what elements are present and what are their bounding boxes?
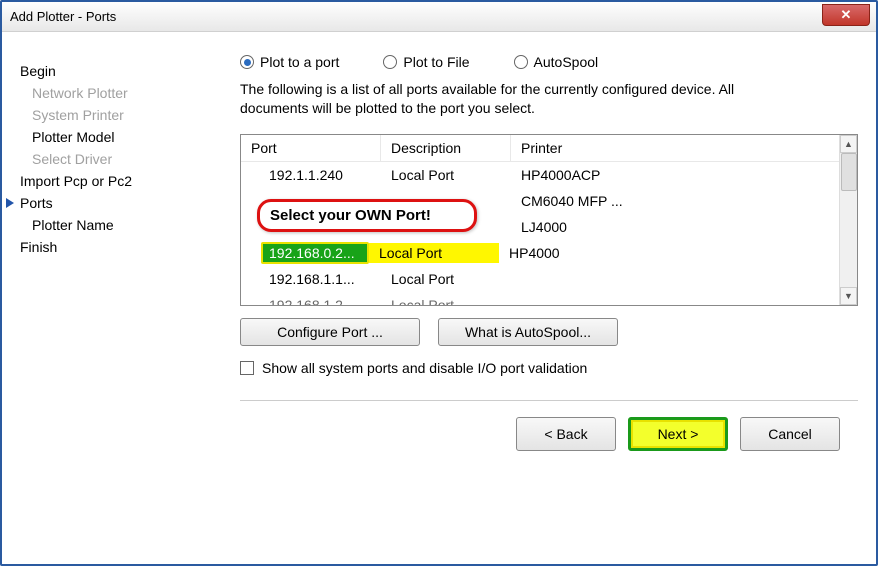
dialog-body: Begin Network Plotter System Printer Plo… [2, 32, 876, 564]
radio-label: Plot to File [403, 54, 469, 70]
checkbox-label: Show all system ports and disable I/O po… [262, 360, 587, 376]
col-port[interactable]: Port [241, 135, 381, 161]
close-icon: ✕ [841, 7, 852, 23]
dialog-title: Add Plotter - Ports [10, 9, 116, 24]
add-plotter-dialog: Add Plotter - Ports ✕ Begin Network Plot… [0, 0, 878, 566]
step-network-plotter: Network Plotter [20, 82, 210, 104]
table-row[interactable]: 192 168 1 2 Local Port [241, 292, 839, 305]
scroll-down-icon[interactable]: ▼ [840, 287, 857, 305]
separator [240, 400, 858, 401]
radio-icon [240, 55, 254, 69]
main-panel: Plot to a port Plot to File AutoSpool Th… [240, 54, 858, 552]
radio-label: AutoSpool [534, 54, 599, 70]
table-header: Port Description Printer [241, 135, 839, 162]
table-body: 192.1.1.240 Local Port HP4000ACP CM6040 … [241, 162, 839, 305]
step-plotter-model[interactable]: Plotter Model [20, 126, 210, 148]
ports-table: Port Description Printer 192.1.1.240 Loc… [240, 134, 858, 306]
step-begin[interactable]: Begin [20, 60, 210, 82]
col-description[interactable]: Description [381, 135, 511, 161]
table-row[interactable]: 192.168.1.1... Local Port [241, 266, 839, 292]
wizard-footer: < Back Next > Cancel [240, 417, 858, 469]
step-import-pcp[interactable]: Import Pcp or Pc2 [20, 170, 210, 192]
col-printer[interactable]: Printer [511, 135, 839, 161]
scroll-thumb[interactable] [841, 153, 857, 191]
radio-autospool[interactable]: AutoSpool [514, 54, 599, 70]
configure-port-button[interactable]: Configure Port ... [240, 318, 420, 346]
table-row-selected[interactable]: 192.168.0.2... Local Port HP4000 [241, 240, 839, 266]
port-buttons: Configure Port ... What is AutoSpool... [240, 318, 858, 346]
wizard-sidebar: Begin Network Plotter System Printer Plo… [20, 54, 210, 552]
step-ports[interactable]: Ports [20, 192, 210, 214]
scroll-up-icon[interactable]: ▲ [840, 135, 857, 153]
close-button[interactable]: ✕ [822, 4, 870, 26]
radio-icon [514, 55, 528, 69]
autospool-info-button[interactable]: What is AutoSpool... [438, 318, 618, 346]
radio-icon [383, 55, 397, 69]
radio-plot-to-port[interactable]: Plot to a port [240, 54, 339, 70]
back-button[interactable]: < Back [516, 417, 616, 451]
radio-label: Plot to a port [260, 54, 339, 70]
plot-mode-radios: Plot to a port Plot to File AutoSpool [240, 54, 858, 70]
step-system-printer: System Printer [20, 104, 210, 126]
description-text: The following is a list of all ports ava… [240, 80, 760, 118]
next-button[interactable]: Next > [628, 417, 728, 451]
scrollbar[interactable]: ▲ ▼ [839, 135, 857, 305]
step-plotter-name[interactable]: Plotter Name [20, 214, 210, 236]
radio-plot-to-file[interactable]: Plot to File [383, 54, 469, 70]
step-finish[interactable]: Finish [20, 236, 210, 258]
annotation-callout: Select your OWN Port! [257, 199, 477, 232]
cancel-button[interactable]: Cancel [740, 417, 840, 451]
checkbox-icon [240, 361, 254, 375]
titlebar: Add Plotter - Ports ✕ [2, 2, 876, 32]
step-select-driver: Select Driver [20, 148, 210, 170]
show-all-ports-checkbox[interactable]: Show all system ports and disable I/O po… [240, 360, 858, 376]
table-row[interactable]: 192.1.1.240 Local Port HP4000ACP [241, 162, 839, 188]
